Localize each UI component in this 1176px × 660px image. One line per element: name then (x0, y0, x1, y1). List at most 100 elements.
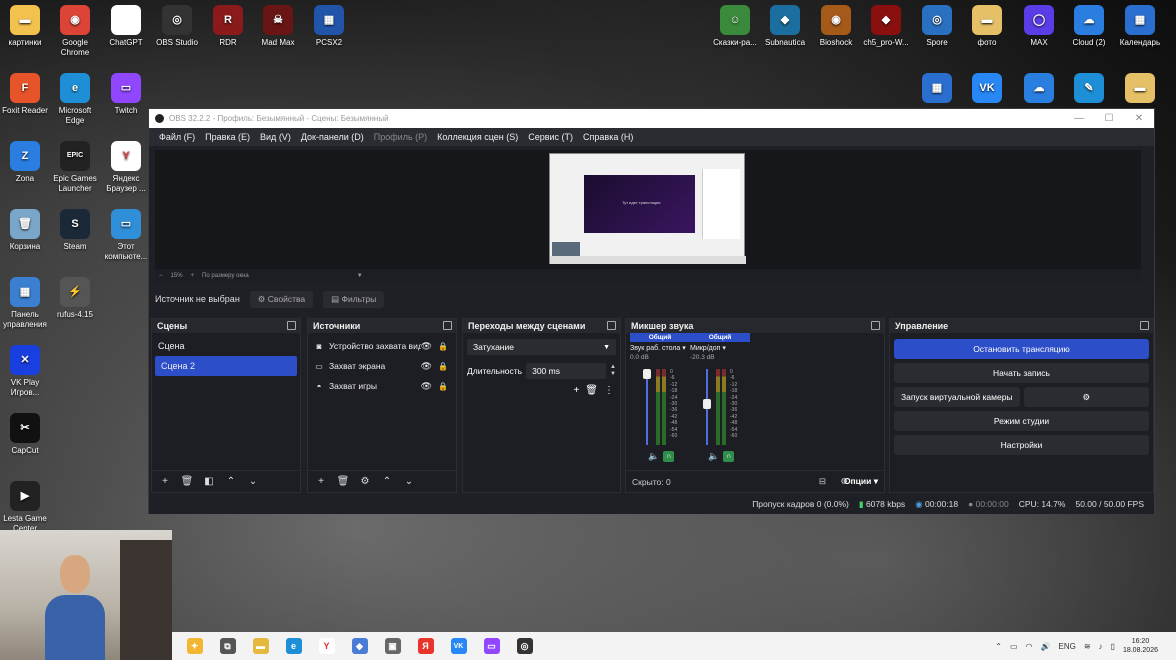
desktop-icon[interactable]: Z Zona (0, 141, 50, 184)
move-up-button[interactable]: ⌃ (378, 474, 396, 490)
desktop-icon[interactable]: Y Яндекс Браузер ... (101, 141, 151, 194)
battery-icon[interactable]: ▯ (1111, 642, 1115, 651)
desktop-icon[interactable]: ☁ Cloud (2) (1064, 5, 1114, 48)
desktop-icon[interactable]: ✂ CapCut (0, 413, 50, 456)
virtual-camera-button[interactable]: Запуск виртуальной камеры (894, 387, 1020, 407)
copilot-icon[interactable]: ✦ (186, 638, 203, 654)
clock[interactable]: 16:20 18.08.2026 (1123, 637, 1158, 655)
transition-menu-button[interactable]: ⋮ (604, 385, 614, 396)
source-settings-button[interactable]: ⚙ (356, 474, 374, 490)
headphones-icon[interactable]: ∩ (663, 451, 675, 462)
scene-filter-button[interactable]: ◧ (200, 474, 218, 490)
menu-item[interactable]: Файл (F) (154, 132, 200, 142)
edge-icon[interactable]: e (285, 638, 302, 654)
display-icon[interactable]: ▭ (1010, 642, 1018, 651)
desktop-icon[interactable]: ✕ VK Play Игров... (0, 345, 50, 398)
dock-float-icon[interactable] (287, 321, 296, 330)
explorer-icon[interactable]: ▬ (252, 638, 269, 654)
dock-float-icon[interactable] (1140, 321, 1149, 330)
source-item[interactable]: ◓ Захват игры 👁 🔒 (308, 376, 456, 396)
transition-select[interactable]: Затухание ▼ (467, 339, 616, 355)
remove-scene-button[interactable]: 🗑 (178, 474, 196, 490)
menu-item[interactable]: Коллекция сцен (S) (432, 132, 523, 142)
add-transition-button[interactable]: + (573, 385, 579, 396)
dock-float-icon[interactable] (443, 321, 452, 330)
twitch-icon[interactable]: ▭ (483, 638, 500, 654)
chevron-up-icon[interactable]: ⌃ (995, 642, 1002, 651)
properties-button[interactable]: ⚙ Свойства (249, 290, 314, 308)
dock-float-icon[interactable] (607, 321, 616, 330)
volume-slider-handle[interactable] (643, 369, 651, 379)
desktop-icon[interactable]: EPIC Epic Games Launcher (50, 141, 100, 194)
duration-input[interactable]: 300 ms (526, 363, 607, 379)
desktop-icon[interactable]: ✎ (1064, 73, 1114, 106)
volume-slider[interactable] (646, 369, 648, 445)
close-button[interactable]: ✕ (1124, 109, 1154, 128)
desktop-icon[interactable]: e Microsoft Edge (50, 73, 100, 126)
studio-mode-button[interactable]: Режим студии (894, 411, 1149, 431)
menu-item[interactable]: Правка (E) (200, 132, 255, 142)
desktop-icon[interactable]: ◎ OBS Studio (152, 5, 202, 48)
start-record-button[interactable]: Начать запись (894, 363, 1149, 383)
filters-button[interactable]: ▤ Фильтры (323, 290, 385, 308)
scene-item[interactable]: Сцена 2 (155, 356, 297, 376)
zoom-out-button[interactable]: − (159, 273, 163, 279)
desktop-icon[interactable]: VK (962, 73, 1012, 106)
desktop-icon[interactable]: ▦ PCSX2 (304, 5, 354, 48)
vk-icon[interactable]: VK (450, 638, 467, 654)
add-scene-button[interactable]: + (156, 474, 174, 490)
yandex-browser-icon[interactable]: Y (318, 638, 335, 654)
remove-transition-button[interactable]: 🗑 (585, 385, 598, 396)
desktop-icon[interactable]: ☠ Mad Max (253, 5, 303, 48)
channel-name[interactable]: Звук раб. стола ▾ (630, 344, 690, 352)
speaker-icon[interactable]: 🔈 (708, 451, 719, 462)
desktop-icon[interactable]: ChatGPT (101, 5, 151, 48)
speaker-icon[interactable]: 🔈 (648, 451, 659, 462)
visibility-icon[interactable]: 👁 (421, 361, 432, 372)
duration-spinner[interactable]: ▲ ▼ (610, 364, 616, 378)
stop-stream-button[interactable]: Остановить трансляцию (894, 339, 1149, 359)
desktop-icon[interactable]: ▭ Этот компьюте... (101, 209, 151, 262)
desktop-icon[interactable]: F Foxit Reader (0, 73, 50, 116)
mixer-options-button[interactable]: Опции ▾ (844, 476, 878, 487)
desktop-icon[interactable]: ☺ Сказки-ра... (710, 5, 760, 48)
speaker-icon[interactable]: ♪ (1099, 642, 1103, 651)
yandex-icon[interactable]: Я (417, 638, 434, 654)
desktop-icon[interactable]: ▶ Lesta Game Center (0, 481, 50, 534)
dock-float-icon[interactable] (871, 321, 880, 330)
desktop-icon[interactable]: ◉ Bioshock (811, 5, 861, 48)
desktop-icon[interactable]: ▦ (912, 73, 962, 106)
scene-item[interactable]: Сцена (152, 336, 300, 356)
layout-icon[interactable]: ⊟ (819, 476, 826, 487)
volume-slider-handle[interactable] (703, 398, 711, 409)
desktop-icon[interactable]: ▦ Календарь (1115, 5, 1165, 48)
desktop-icon[interactable]: ▬ (1115, 73, 1165, 106)
desktop-icon[interactable]: S Steam (50, 209, 100, 252)
app-icon[interactable]: ▣ (384, 638, 401, 654)
volume-icon[interactable]: 🔊 (1041, 642, 1051, 651)
visibility-icon[interactable]: 👁 (421, 381, 432, 392)
settings-button[interactable]: Настройки (894, 435, 1149, 455)
chevron-down-icon[interactable]: ▼ (357, 273, 363, 279)
menu-item[interactable]: Профиль (P) (369, 132, 432, 142)
desktop-icon[interactable]: ◆ ch5_pro-W... (861, 5, 911, 48)
task-view-icon[interactable]: ⧉ (219, 638, 236, 654)
move-down-button[interactable]: ⌄ (244, 474, 262, 490)
store-icon[interactable]: ◆ (351, 638, 368, 654)
desktop-icon[interactable]: ◉ Google Chrome (50, 5, 100, 58)
desktop-icon[interactable]: ▬ фото (962, 5, 1012, 48)
zoom-mode-select[interactable]: По размеру окна (202, 273, 249, 279)
desktop-icon[interactable]: 🗑 Корзина (0, 209, 50, 252)
desktop-icon[interactable]: ☁ (1014, 73, 1064, 106)
preview-canvas[interactable]: Тут идет трансляция (155, 150, 1141, 269)
desktop-icon[interactable]: ▭ Twitch (101, 73, 151, 116)
desktop-icon[interactable]: R RDR (203, 5, 253, 48)
desktop-icon[interactable]: ◎ Spore (912, 5, 962, 48)
menu-item[interactable]: Док-панели (D) (296, 132, 369, 142)
desktop-icon[interactable]: ▦ Панель управления (0, 277, 50, 330)
desktop-icon[interactable]: ◆ Subnautica (760, 5, 810, 48)
remove-source-button[interactable]: 🗑 (334, 474, 352, 490)
wifi-icon[interactable]: ≋ (1084, 642, 1091, 651)
menu-item[interactable]: Вид (V) (255, 132, 296, 142)
move-down-button[interactable]: ⌄ (400, 474, 418, 490)
